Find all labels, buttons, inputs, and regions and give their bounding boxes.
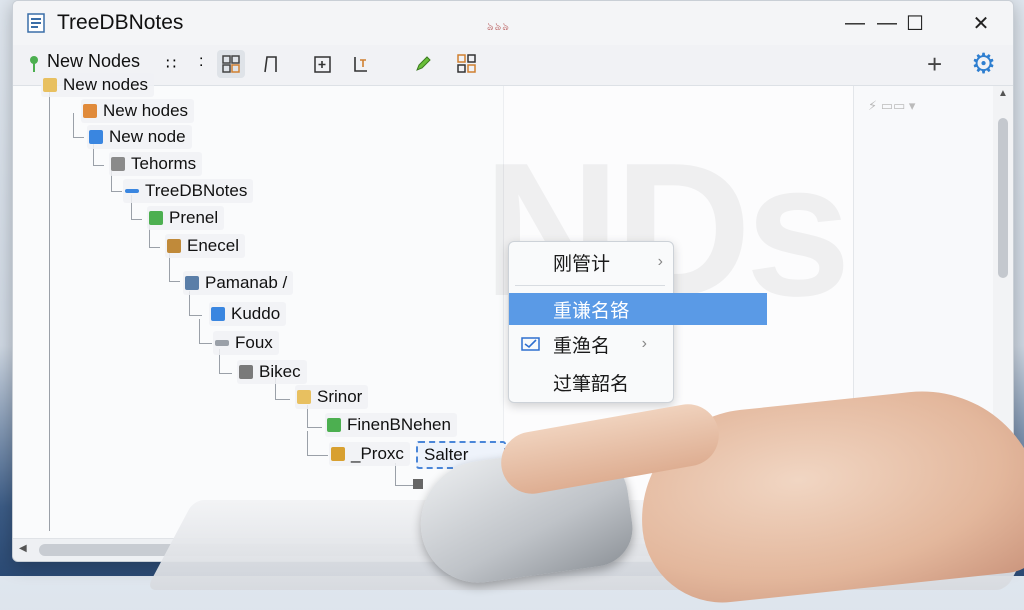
drag-handle-icon[interactable]: ∷: [166, 54, 176, 74]
text-edit-icon: [354, 57, 367, 72]
context-menu-item-4[interactable]: 过筆韶名: [509, 366, 673, 398]
tree-node[interactable]: Enecel: [165, 234, 245, 258]
layout-button[interactable]: [453, 50, 481, 78]
scroll-up-icon[interactable]: ▲: [998, 88, 1008, 99]
folder-icon: [111, 157, 125, 171]
menu-divider: [515, 285, 665, 286]
check-folder-icon: [167, 239, 181, 253]
tree-node[interactable]: _Proxc: [329, 442, 410, 466]
bracket-button[interactable]: [257, 50, 285, 78]
tree-node[interactable]: FinenBNehen: [325, 413, 457, 437]
tree-node-label: FinenBNehen: [347, 415, 451, 434]
edit-button[interactable]: [409, 50, 437, 78]
chevron-right-icon: ›: [641, 335, 647, 352]
node-bullet-icon: [413, 479, 423, 489]
maximize-icon: ☐: [906, 12, 924, 35]
tree-node-label: Prenel: [169, 208, 219, 227]
tree-node[interactable]: Tehorms: [109, 152, 203, 176]
tree-node-label: Bikec: [259, 362, 301, 381]
app-icon: [27, 13, 45, 33]
close-icon: ✕: [972, 12, 990, 35]
title-bar: TreeDBNotes ঌঌঌ — — ☐ ✕: [13, 1, 1013, 45]
tree-node-label: Kuddo: [231, 304, 281, 323]
chevron-right-icon: ›: [657, 253, 663, 270]
list-icon: [215, 340, 229, 346]
tree-node[interactable]: New nodes: [41, 73, 155, 97]
add-icon[interactable]: +: [927, 49, 942, 80]
menu-item-label: 刚管计: [553, 253, 611, 275]
folder-icon: [43, 78, 57, 92]
folder-icon: [297, 390, 311, 404]
minimize-button[interactable]: —: [839, 9, 871, 37]
close-button[interactable]: ✕: [965, 9, 997, 37]
minimize-icon: —: [845, 11, 865, 34]
menu-item-label: 重渔名: [553, 335, 611, 357]
toolbar: New Nodes ∷ : + ⚙: [13, 45, 1013, 86]
folder-icon: [239, 365, 253, 379]
grid-view-button[interactable]: [217, 50, 245, 78]
tree-node[interactable]: New hodes: [81, 99, 195, 123]
maximize-button[interactable]: ☐: [899, 9, 931, 37]
add-box-icon: [314, 56, 331, 73]
layout-icon: [457, 54, 476, 73]
pencil-icon: [416, 56, 431, 71]
bracket-icon: [264, 56, 277, 73]
check-icon: [331, 447, 345, 461]
tree-node-label: Srinor: [317, 387, 363, 406]
line-icon: [125, 189, 139, 193]
tree-node-label: New node: [109, 127, 186, 146]
tree-node-label: New nodes: [63, 75, 149, 94]
tree-node[interactable]: TreeDBNotes: [123, 179, 254, 203]
toolbar-separator: :: [199, 53, 204, 70]
tree-node[interactable]: Prenel: [147, 206, 225, 230]
context-menu: 刚管计 › 重谦名铬 重渔名 › 过筆韶名: [508, 241, 767, 403]
new-nodes-label[interactable]: New Nodes: [47, 51, 140, 72]
tree-node-label: New hodes: [103, 101, 189, 120]
app-title: TreeDBNotes: [57, 11, 184, 34]
grid-icon: [222, 55, 240, 73]
context-menu-item-1[interactable]: 刚管计 ›: [509, 246, 673, 278]
tree-node-label: TreeDBNotes: [145, 181, 248, 200]
scroll-left-icon[interactable]: ◀: [19, 543, 27, 554]
context-menu-item-3[interactable]: 重渔名 ›: [509, 328, 673, 360]
rename-check-icon: [521, 337, 540, 351]
add-child-button[interactable]: [309, 50, 337, 78]
sort-icon: [185, 276, 199, 290]
tree-node[interactable]: Kuddo: [209, 302, 287, 326]
vertical-scroll-thumb[interactable]: [998, 118, 1008, 278]
tree-node-label: Tehorms: [131, 154, 197, 173]
dash-icon: —: [877, 11, 897, 34]
note-icon: [83, 104, 97, 118]
tree-node[interactable]: Foux: [213, 331, 279, 355]
side-panel-dropdown[interactable]: ⚡ ▭▭ ▾: [868, 98, 958, 116]
note-icon: [211, 307, 225, 321]
menu-item-label: 重谦名铬: [553, 300, 630, 322]
tree-node-icon: [30, 56, 38, 72]
tree-node[interactable]: Srinor: [295, 385, 369, 409]
tree-node[interactable]: Bikec: [237, 360, 307, 384]
context-menu-item-2[interactable]: 重谦名铬: [509, 293, 767, 325]
tree-node-label: Enecel: [187, 236, 239, 255]
branch-icon: [327, 418, 341, 432]
leaf-icon: [149, 211, 163, 225]
note-icon: [89, 130, 103, 144]
tree-node[interactable]: Pamanab /: [183, 271, 294, 295]
tree-node-label: Pamanab /: [205, 273, 288, 292]
title-mark: ঌঌঌ: [487, 21, 510, 33]
tree-node-label: _Proxc: [351, 444, 404, 463]
settings-gear-icon[interactable]: ⚙: [971, 47, 996, 80]
tree-node-label: Foux: [235, 333, 273, 352]
tree-guide-line: [49, 91, 50, 531]
tree-node[interactable]: New node: [87, 125, 192, 149]
menu-item-label: 过筆韶名: [553, 373, 630, 395]
rename-button[interactable]: [347, 50, 375, 78]
